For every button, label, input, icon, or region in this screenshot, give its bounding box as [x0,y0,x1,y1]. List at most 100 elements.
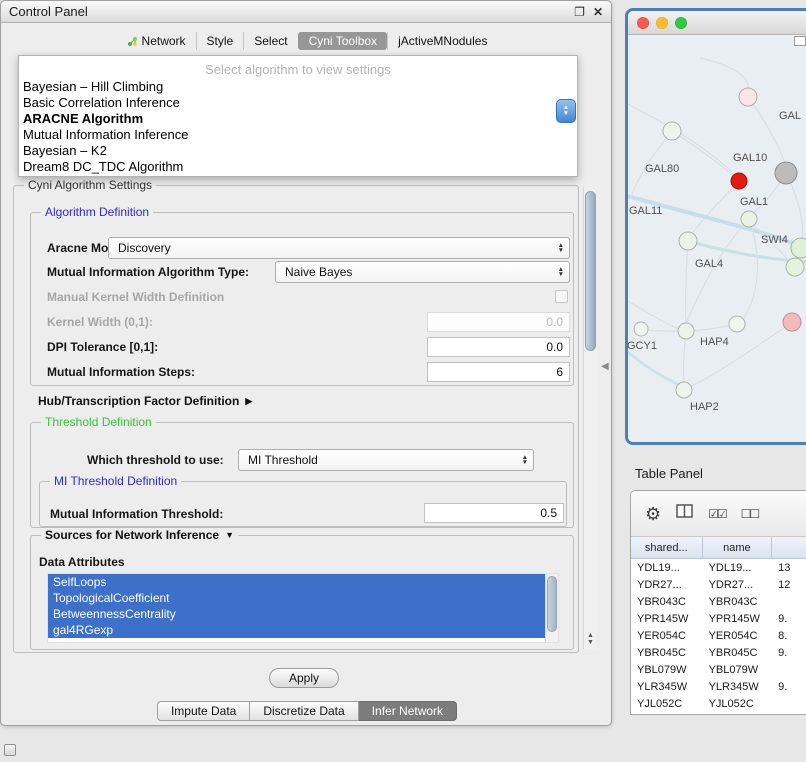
table-cell: YDR27... [703,576,773,593]
float-window-icon[interactable]: ❐ [574,6,585,18]
table-cell: 12 [772,576,806,593]
table-row[interactable]: YPR145WYPR145W9. [631,610,806,627]
dropdown-item[interactable]: Bayesian – K2 [19,143,577,159]
dpi-tolerance-field[interactable]: 0.0 [427,337,570,357]
dropdown-item[interactable]: Dream8 DC_TDC Algorithm [19,159,577,175]
attribute-list: SelfLoopsTopologicalCoefficientBetweenne… [48,574,558,638]
network-birdseye-box[interactable] [794,36,806,46]
columns-icon[interactable] [676,504,693,523]
apply-button[interactable]: Apply [269,668,339,688]
mi-threshold-group: MI Threshold Definition Mutual Informati… [39,481,567,527]
network-edge[interactable] [686,241,688,324]
attribute-list-item[interactable]: TopologicalCoefficient [48,590,546,606]
tab-style[interactable]: Style [196,32,244,50]
table-column-header[interactable] [772,537,806,559]
tab-jactivemnodules[interactable]: jActiveMNodules [387,32,497,50]
bottom-tab-bar: Impute DataDiscretize DataInfer Network [1,701,613,721]
select-all-checkboxes-icon[interactable]: ☑☑ [708,507,726,521]
dropdown-item[interactable]: ARACNE Algorithm [19,111,577,127]
cyni-settings-legend: Cyni Algorithm Settings [24,178,156,192]
table-row[interactable]: YBR043CYBR043C [631,593,806,610]
network-node[interactable] [741,211,757,227]
close-window-icon[interactable]: ✕ [593,6,603,18]
table-column-header[interactable]: name [703,537,773,559]
table-row[interactable]: YLR345WYLR345W9. [631,678,806,695]
scrollbar-arrows-icon[interactable]: ▲▼ [584,632,597,646]
kernel-width-field[interactable]: 0.0 [427,312,570,332]
hub-factor-toggle[interactable]: Hub/Transcription Factor Definition ▶ [38,394,252,408]
settings-scrollbar[interactable]: ▲▼ [583,187,597,649]
close-traffic-light[interactable] [637,17,649,29]
table-row[interactable]: YJL052CYJL052C [631,695,806,712]
mi-threshold-legend: MI Threshold Definition [50,474,181,488]
algorithm-combo-stepper[interactable]: ▲ ▼ [556,99,576,123]
attribute-list-item[interactable]: BetweennessCentrality [48,606,546,622]
network-node[interactable] [679,232,697,250]
attribute-list-item[interactable]: gal4RGexp [48,622,546,638]
which-threshold-label: Which threshold to use: [87,453,224,467]
network-node[interactable] [775,162,797,184]
panel-collapse-handle-icon[interactable]: ◀ [601,361,609,372]
network-edge[interactable] [686,219,749,324]
table-row[interactable]: YBL079WYBL079W [631,661,806,678]
mi-threshold-field[interactable]: 0.5 [424,503,564,523]
deselect-all-checkboxes-icon[interactable]: ☐☐ [741,507,759,521]
attribute-listbox: SelfLoopsTopologicalCoefficientBetweenne… [47,573,559,643]
network-svg: GALGAL80GAL10GAL11GAL1SWI4GAL4GCY1HAP4HA… [628,35,806,442]
zoom-traffic-light[interactable] [675,17,687,29]
network-node[interactable] [783,313,801,331]
network-node[interactable] [663,122,681,140]
network-node[interactable] [739,88,757,106]
network-edge[interactable] [744,219,758,318]
network-node[interactable] [634,322,648,336]
table-row[interactable]: YBR045CYBR045C9. [631,644,806,661]
tab-select[interactable]: Select [243,32,297,50]
table-row[interactable]: YER054CYER054C8. [631,627,806,644]
bottom-tab-infer-network[interactable]: Infer Network [359,701,457,721]
manual-kernel-checkbox[interactable] [555,290,568,303]
traffic-lights [637,17,687,29]
tab-label: Cyni Toolbox [309,34,377,48]
sources-legend[interactable]: Sources for Network Inference ▼ [41,528,238,542]
network-node[interactable] [731,173,747,189]
dropdown-item[interactable]: Bayesian – Hill Climbing [19,79,577,95]
kernel-width-value: 0.0 [546,315,563,329]
tab-network[interactable]: Network [117,32,196,50]
network-canvas[interactable]: GALGAL80GAL10GAL11GAL1SWI4GAL4GCY1HAP4HA… [628,35,806,442]
network-node[interactable] [786,258,804,276]
attribute-list-item[interactable]: SelfLoops [48,574,546,590]
network-node[interactable] [791,238,806,258]
bottom-tab-discretize-data[interactable]: Discretize Data [250,701,358,721]
algorithm-definition-legend: Algorithm Definition [41,205,153,219]
network-node-label: GAL4 [695,258,723,270]
minimized-panel-icon[interactable] [4,744,16,756]
mi-type-select[interactable]: Naive Bayes ▲▼ [275,261,570,283]
network-window-titlebar[interactable] [628,11,806,35]
table-cell: 13 [772,559,806,576]
table-column-header[interactable]: shared... [631,537,703,559]
network-node[interactable] [676,382,692,398]
network-edge[interactable] [628,352,684,387]
bottom-tab-impute-data[interactable]: Impute Data [157,701,250,721]
dropdown-item[interactable]: Mutual Information Inference [19,127,577,143]
table-row[interactable]: YDL19...YDL19...13 [631,559,806,576]
minimize-traffic-light[interactable] [656,17,668,29]
table-row[interactable]: YDR27...YDR27...12 [631,576,806,593]
gear-icon[interactable]: ⚙ [645,505,661,523]
settings-scroll-thumb[interactable] [585,191,596,351]
attribute-list-scroll-thumb[interactable] [547,576,557,632]
aracne-mode-select[interactable]: Discovery ▲▼ [108,237,570,259]
network-node[interactable] [729,316,745,332]
dropdown-item[interactable]: Basic Correlation Inference [19,95,577,111]
network-edge[interactable] [672,131,734,176]
which-threshold-select[interactable]: MI Threshold ▲▼ [238,449,534,471]
network-node[interactable] [678,323,694,339]
table-cell: 8. [772,627,806,644]
control-panel-titlebar[interactable]: Control Panel ❐ ✕ [1,1,611,23]
table-cell: YPR145W [703,610,773,627]
network-edge[interactable] [700,58,749,92]
tab-cyni-toolbox[interactable]: Cyni Toolbox [298,32,387,50]
dpi-tolerance-value: 0.0 [546,340,563,354]
mi-steps-field[interactable]: 6 [427,362,570,382]
attribute-list-scrollbar[interactable] [545,574,558,642]
